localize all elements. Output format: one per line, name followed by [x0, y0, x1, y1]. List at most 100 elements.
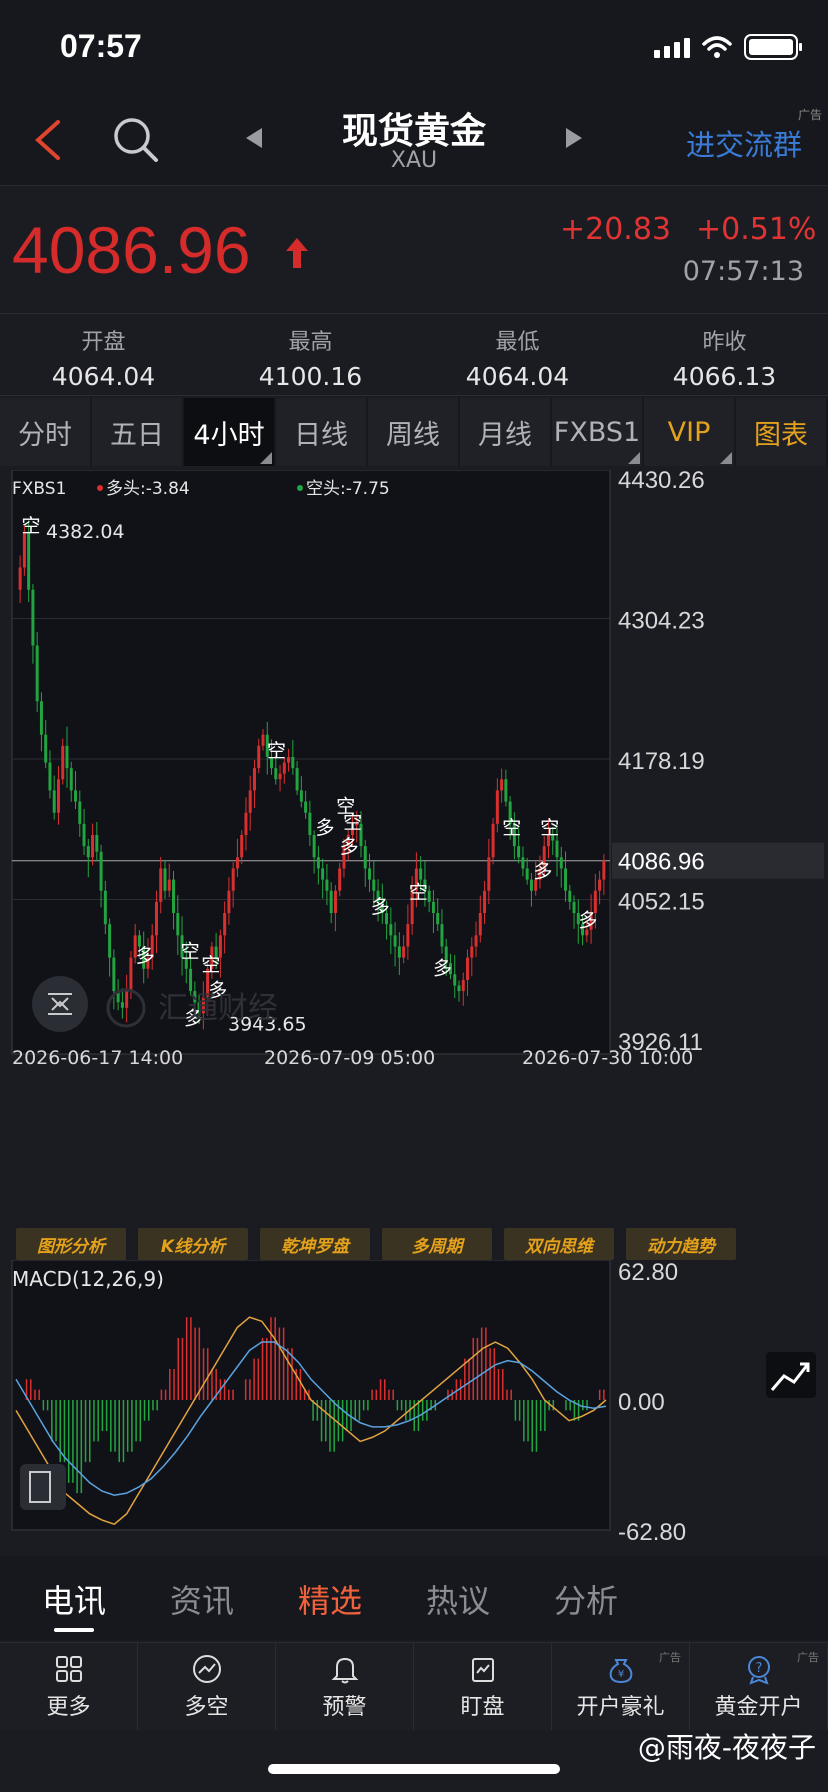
news-tab[interactable]: 精选: [266, 1556, 394, 1640]
candle-body: [103, 890, 107, 925]
collapse-chart-icon[interactable]: [32, 976, 88, 1032]
period-tab[interactable]: 日线: [276, 398, 368, 466]
candle-body: [397, 946, 401, 958]
candle-body: [44, 734, 48, 763]
period-tab-label: 周线: [386, 419, 440, 451]
candle-body: [568, 890, 572, 902]
dropdown-corner-icon: [628, 452, 640, 464]
candle-body: [261, 734, 265, 746]
candle-body: [325, 879, 329, 891]
candlestick-chart[interactable]: 4430.264304.234178.194052.153926.114086.…: [0, 470, 828, 1230]
signal-icon: [654, 36, 690, 58]
signal-mark: 多: [340, 836, 359, 858]
ohlc-label: 最低: [495, 330, 540, 355]
indicator-switch-icon[interactable]: [20, 1464, 66, 1510]
candle-body: [598, 879, 602, 891]
ohlc-value: 4100.16: [258, 362, 363, 391]
macd-chart[interactable]: MACD(12,26,9) 62.80 0.00 -62.80: [0, 1260, 828, 1540]
bottom-nav-item[interactable]: 多空: [138, 1643, 276, 1730]
signal-mark: 空: [201, 954, 220, 976]
analysis-tool-button[interactable]: 图形分析: [16, 1228, 126, 1260]
y-tick-label: 4430.26: [618, 470, 705, 494]
news-tab[interactable]: 电讯: [10, 1556, 138, 1640]
candle-body: [363, 846, 367, 869]
next-symbol-icon[interactable]: [564, 126, 584, 150]
svg-text:?: ?: [755, 1661, 762, 1676]
news-tab[interactable]: 热议: [394, 1556, 522, 1640]
news-tab-label: 电讯: [41, 1582, 106, 1620]
period-tab-label: 日线: [294, 419, 348, 451]
candle-body: [525, 868, 529, 880]
dropdown-corner-icon: [720, 452, 732, 464]
period-tab-label: FXBS1: [553, 416, 641, 448]
period-tab[interactable]: 4小时: [184, 398, 276, 466]
ohlc-value: 4064.04: [465, 362, 570, 391]
candle-body: [223, 913, 227, 936]
ohlc-cell: 最高 4100.16: [207, 314, 414, 395]
dropdown-corner-icon: [260, 452, 272, 464]
period-tab-label: VIP: [667, 416, 711, 448]
search-icon[interactable]: [110, 114, 162, 166]
candle-body: [82, 823, 86, 847]
bottom-nav-item[interactable]: 盯盘: [414, 1643, 552, 1730]
analysis-tool-button[interactable]: K线分析: [138, 1228, 248, 1260]
chart-window-icon: [471, 1657, 494, 1682]
macd-y-tick-label: 0.00: [618, 1389, 665, 1416]
candle-body: [252, 768, 256, 791]
x-tick-label: 2026-06-17 14:00: [12, 1047, 183, 1069]
status-time: 07:57: [60, 28, 142, 64]
long-value-label: 多头:-3.84: [106, 479, 190, 499]
candle-body: [419, 868, 423, 880]
period-tab-label: 五日: [110, 419, 164, 451]
analysis-tool-button[interactable]: 乾坤罗盘: [260, 1228, 370, 1260]
candle-body: [474, 935, 478, 947]
back-arrow-icon[interactable]: [28, 118, 68, 162]
candle-body: [86, 846, 90, 858]
ohlc-label: 最高: [288, 330, 333, 355]
candle-body: [308, 812, 312, 836]
svg-text:¥: ¥: [617, 1669, 623, 1680]
candle-body: [389, 924, 393, 936]
analysis-tool-button[interactable]: 多周期: [382, 1228, 492, 1260]
period-tab[interactable]: FXBS1: [552, 398, 644, 466]
symbol-title: 现货黄金: [341, 111, 486, 152]
signal-mark: 空: [181, 941, 200, 963]
news-tab[interactable]: 资讯: [138, 1556, 266, 1640]
analysis-tool-button[interactable]: 双向思维: [504, 1228, 614, 1260]
candle-body: [248, 790, 252, 813]
bottom-nav-item[interactable]: ¥ 开户豪礼 广告: [552, 1643, 690, 1730]
period-tab[interactable]: 月线: [460, 398, 552, 466]
candle-body: [35, 645, 39, 702]
period-tab[interactable]: 周线: [368, 398, 460, 466]
x-tick-label: 2026-07-30 10:00: [522, 1047, 693, 1069]
candle-body: [172, 879, 176, 914]
news-tabs: 电讯 资讯 精选 热议 分析: [0, 1556, 828, 1640]
candle-body: [167, 879, 171, 891]
gold-account-icon: ?: [747, 1655, 770, 1685]
y-tick-label: 4178.19: [618, 748, 705, 775]
chart-watermark: 汇通财经: [158, 991, 278, 1026]
join-group-link[interactable]: 进交流群: [686, 122, 802, 164]
candle-body: [112, 957, 116, 992]
news-tab[interactable]: 分析: [522, 1556, 650, 1640]
signal-mark: 多: [578, 909, 597, 931]
bottom-nav-item[interactable]: 预警: [276, 1643, 414, 1730]
candle-body: [483, 890, 487, 914]
home-indicator: [268, 1764, 560, 1774]
period-tab[interactable]: 分时: [0, 398, 92, 466]
candle-body: [436, 913, 440, 925]
period-tab[interactable]: VIP: [644, 398, 736, 466]
period-tab-label: 分时: [18, 419, 72, 451]
chart-type-icon[interactable]: [766, 1352, 816, 1398]
period-tab[interactable]: 五日: [92, 398, 184, 466]
candle-body: [18, 567, 22, 590]
analysis-tool-button[interactable]: 动力趋势: [626, 1228, 736, 1260]
change-percent: +0.51%: [696, 212, 817, 247]
candle-body: [555, 840, 559, 858]
bottom-nav-item[interactable]: 更多: [0, 1643, 138, 1730]
bottom-nav-item[interactable]: ? 黄金开户 广告: [690, 1643, 828, 1730]
candle-body: [517, 846, 521, 858]
high-note: 4382.04: [46, 521, 125, 543]
period-tab[interactable]: 图表: [736, 398, 828, 466]
candle-body: [125, 991, 129, 1008]
